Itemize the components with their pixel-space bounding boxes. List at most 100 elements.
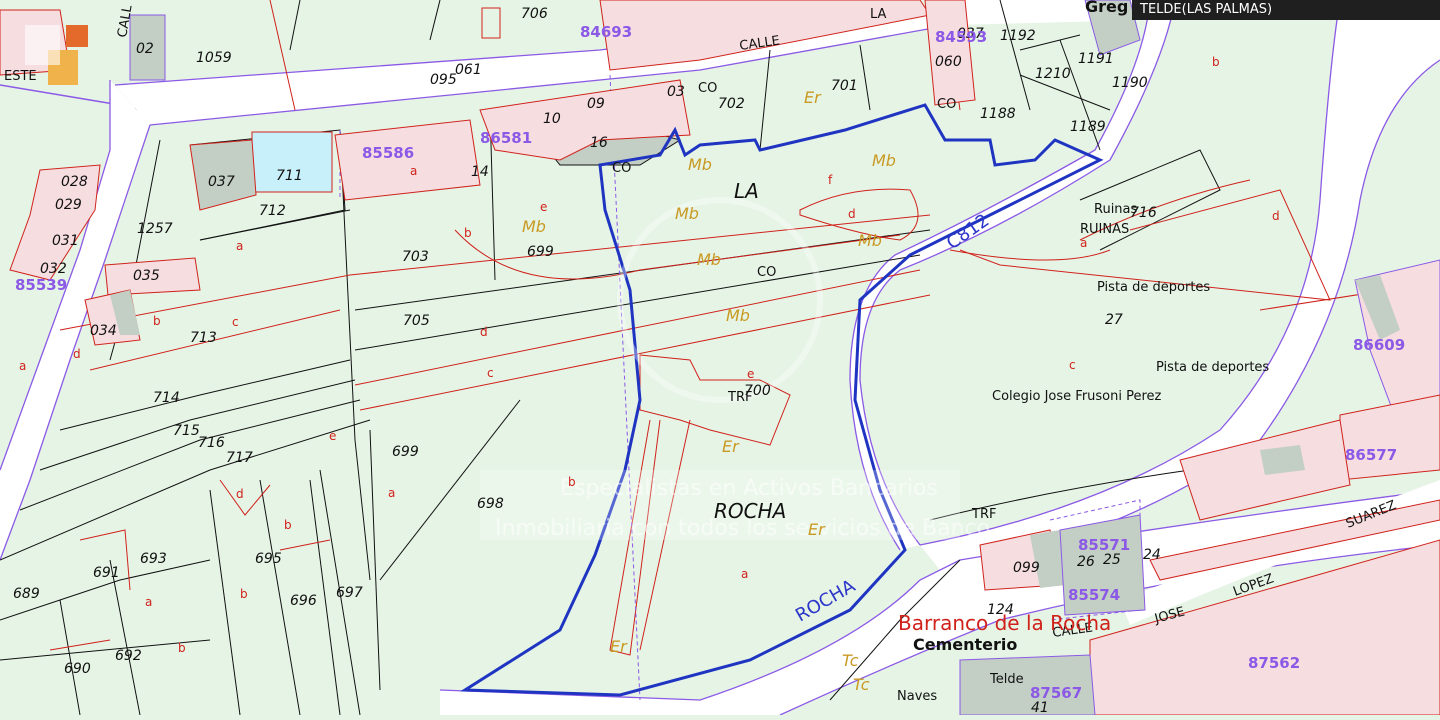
ref-number: 86577 (1345, 446, 1397, 464)
map-header-title: TELDE(LAS PALMAS) (1132, 0, 1440, 20)
ref-number: 84593 (935, 28, 987, 46)
parcel-number: 698 (477, 496, 504, 512)
zone-label: Mb (688, 155, 712, 174)
ref-number: 84693 (580, 23, 632, 41)
cadastral-map[interactable]: Especialistas en Activos Bancarios Inmob… (0, 0, 1440, 716)
parcel-number: 699 (392, 444, 419, 460)
parcel-number: 02 (136, 41, 154, 57)
subparcel-letter: a (1080, 236, 1087, 250)
parcel-number: 702 (718, 96, 745, 112)
subparcel-letter: d (1272, 209, 1280, 223)
barranco-label: Barranco de la Rocha (898, 611, 1111, 635)
trf-label: TRF (727, 390, 752, 405)
subparcel-letter: d (236, 487, 244, 501)
co-label: CO (698, 81, 717, 96)
ref-number: 87562 (1248, 654, 1300, 672)
parcel-number: 691 (93, 565, 120, 581)
ruins-label: Ruinas (1094, 202, 1138, 217)
subparcel-letter: b (1212, 55, 1220, 69)
parcel-number: 1190 (1112, 75, 1148, 91)
parcel-number: 703 (402, 249, 429, 265)
parcel-number: 713 (190, 330, 217, 346)
parcel-number: 711 (276, 168, 303, 184)
parcel-number: 41 (1031, 700, 1049, 715)
subparcel-letter: b (284, 518, 292, 532)
parcel-number: 714 (153, 390, 180, 406)
parcel-number: 1191 (1078, 51, 1114, 67)
parcel-number: 705 (403, 313, 430, 329)
parcel-number: 706 (521, 6, 548, 22)
parcel-number: 037 (208, 174, 235, 190)
subparcel-letter: c (487, 366, 494, 380)
zone-label: Er (722, 437, 740, 456)
school-label: Colegio Jose Frusoni Perez (992, 389, 1162, 404)
ruins-label: RUINAS (1080, 222, 1129, 237)
subparcel-letter: d (848, 207, 856, 221)
parcel-number: 061 (455, 62, 482, 78)
street-label: LA (870, 7, 887, 22)
co-label: CO (757, 265, 776, 280)
telde-label: Telde (989, 672, 1024, 687)
watermark-line1: Especialistas en Activos Bancarios (560, 476, 938, 501)
subparcel-letter: b (240, 587, 248, 601)
parcel-number: 14 (471, 164, 489, 180)
subparcel-letter: a (741, 567, 748, 581)
parcel-number: 697 (336, 585, 363, 601)
map-canvas: Especialistas en Activos Bancarios Inmob… (0, 0, 1440, 716)
ref-number: 86609 (1353, 336, 1405, 354)
zone-label: Mb (726, 306, 750, 325)
co-label: CO (937, 97, 956, 112)
parcel-number: 09 (587, 96, 605, 112)
subparcel-letter: a (388, 486, 395, 500)
parcel-number: 1059 (196, 50, 232, 66)
subparcel-letter: d (480, 325, 488, 339)
parcel-number: 717 (226, 450, 253, 466)
subparcel-letter: b (153, 314, 161, 328)
subparcel-letter: e (540, 200, 547, 214)
co-label: CO (612, 161, 631, 176)
sports-court-label: Pista de deportes (1156, 360, 1269, 375)
street-label: ESTE (4, 69, 37, 84)
parcel-number: 24 (1143, 547, 1161, 563)
naves-label: Naves (897, 689, 937, 704)
zone-label: Mb (858, 231, 882, 250)
parcel-number: 699 (527, 244, 554, 260)
sports-court-label: Pista de deportes (1097, 280, 1210, 295)
subparcel-letter: a (410, 164, 417, 178)
place-name-la: LA (734, 179, 759, 203)
subparcel-letter: a (19, 359, 26, 373)
place-name-rocha: ROCHA (714, 499, 786, 523)
parcel-number: 716 (198, 435, 225, 451)
parcel-number: 03 (667, 84, 685, 100)
parcel-number: 095 (430, 72, 457, 88)
zone-label: Er (610, 637, 628, 656)
parcel-number: 690 (64, 661, 91, 677)
subparcel-letter: c (1069, 358, 1076, 372)
zone-label: Mb (872, 151, 896, 170)
parcel-number: 034 (90, 323, 117, 339)
ref-number: 85574 (1068, 586, 1120, 604)
zone-label: Mb (675, 204, 699, 223)
parcel-number: 031 (52, 233, 79, 249)
subparcel-letter: b (568, 475, 576, 489)
parcel-number: 1189 (1070, 119, 1106, 135)
zone-label: Er (804, 88, 822, 107)
parcel-number: 035 (133, 268, 160, 284)
parcel-number: 1192 (1000, 28, 1036, 44)
subparcel-letter: c (232, 315, 239, 329)
parcel-number: 1257 (137, 221, 173, 237)
parcel-number: 701 (831, 78, 858, 94)
parcel-number: 696 (290, 593, 317, 609)
subparcel-letter: a (145, 595, 152, 609)
parcel-number: 16 (590, 135, 608, 151)
subparcel-letter: b (178, 641, 186, 655)
ref-number: 87567 (1030, 684, 1082, 702)
parcel-number: 10 (543, 111, 561, 127)
parcel-number: 060 (935, 54, 962, 70)
parcel-number: 689 (13, 586, 40, 602)
zone-label: Tc (853, 675, 870, 694)
zone-label: Tc (842, 651, 859, 670)
subparcel-letter: e (747, 367, 754, 381)
parcel-number: 029 (55, 197, 82, 213)
parcel-number: 715 (173, 423, 200, 439)
